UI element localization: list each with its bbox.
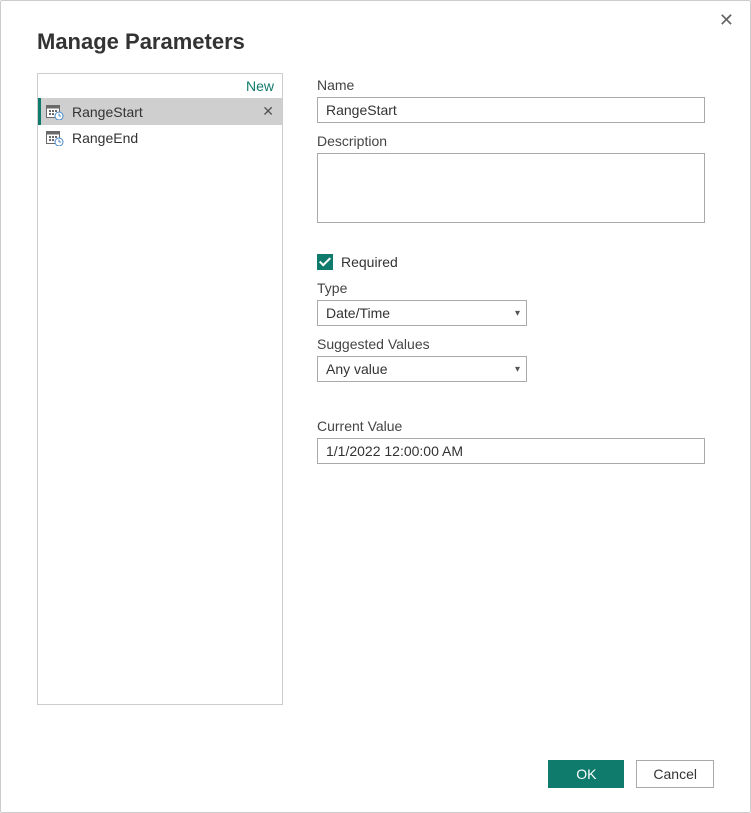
chevron-down-icon: ▾ — [515, 364, 520, 375]
remove-parameter-icon[interactable]: ✕ — [260, 103, 276, 120]
current-value-input[interactable] — [317, 438, 705, 464]
new-parameter-link[interactable]: New — [246, 78, 274, 94]
manage-parameters-dialog: Manage Parameters New — [1, 1, 750, 812]
type-label: Type — [317, 280, 714, 296]
sidebar-header: New — [38, 74, 282, 98]
suggested-values-select[interactable]: Any value ▾ — [317, 356, 527, 382]
parameter-item-rangestart[interactable]: RangeStart ✕ — [38, 98, 282, 125]
description-label: Description — [317, 133, 714, 149]
required-field: Required — [317, 254, 714, 270]
name-label: Name — [317, 77, 714, 93]
parameter-sidebar: New — [37, 73, 283, 705]
parameter-item-rangeend[interactable]: RangeEnd — [38, 125, 282, 151]
parameter-list: RangeStart ✕ — [38, 98, 282, 704]
chevron-down-icon: ▾ — [515, 308, 520, 319]
suggested-values-field: Suggested Values Any value ▾ — [317, 336, 714, 382]
type-select[interactable]: Date/Time ▾ — [317, 300, 527, 326]
description-field: Description — [317, 133, 714, 226]
required-label: Required — [341, 254, 398, 270]
current-value-field: Current Value — [317, 418, 714, 464]
close-icon[interactable]: ✕ — [719, 11, 734, 29]
ok-button[interactable]: OK — [548, 760, 624, 788]
parameter-item-label: RangeEnd — [72, 130, 276, 146]
type-value: Date/Time — [326, 305, 390, 321]
dialog-content: New — [37, 73, 714, 736]
parameter-icon — [46, 104, 64, 120]
type-field: Type Date/Time ▾ — [317, 280, 714, 326]
dialog-title: Manage Parameters — [37, 29, 714, 55]
cancel-button[interactable]: Cancel — [636, 760, 714, 788]
suggested-values-value: Any value — [326, 361, 387, 377]
dialog-footer: OK Cancel — [37, 736, 714, 788]
name-field: Name — [317, 77, 714, 123]
parameter-icon — [46, 130, 64, 146]
required-checkbox[interactable] — [317, 254, 333, 270]
current-value-label: Current Value — [317, 418, 714, 434]
description-input[interactable] — [317, 153, 705, 223]
parameter-form: Name Description Required Type Date/Time… — [283, 73, 714, 736]
parameter-item-label: RangeStart — [72, 104, 260, 120]
suggested-values-label: Suggested Values — [317, 336, 714, 352]
name-input[interactable] — [317, 97, 705, 123]
